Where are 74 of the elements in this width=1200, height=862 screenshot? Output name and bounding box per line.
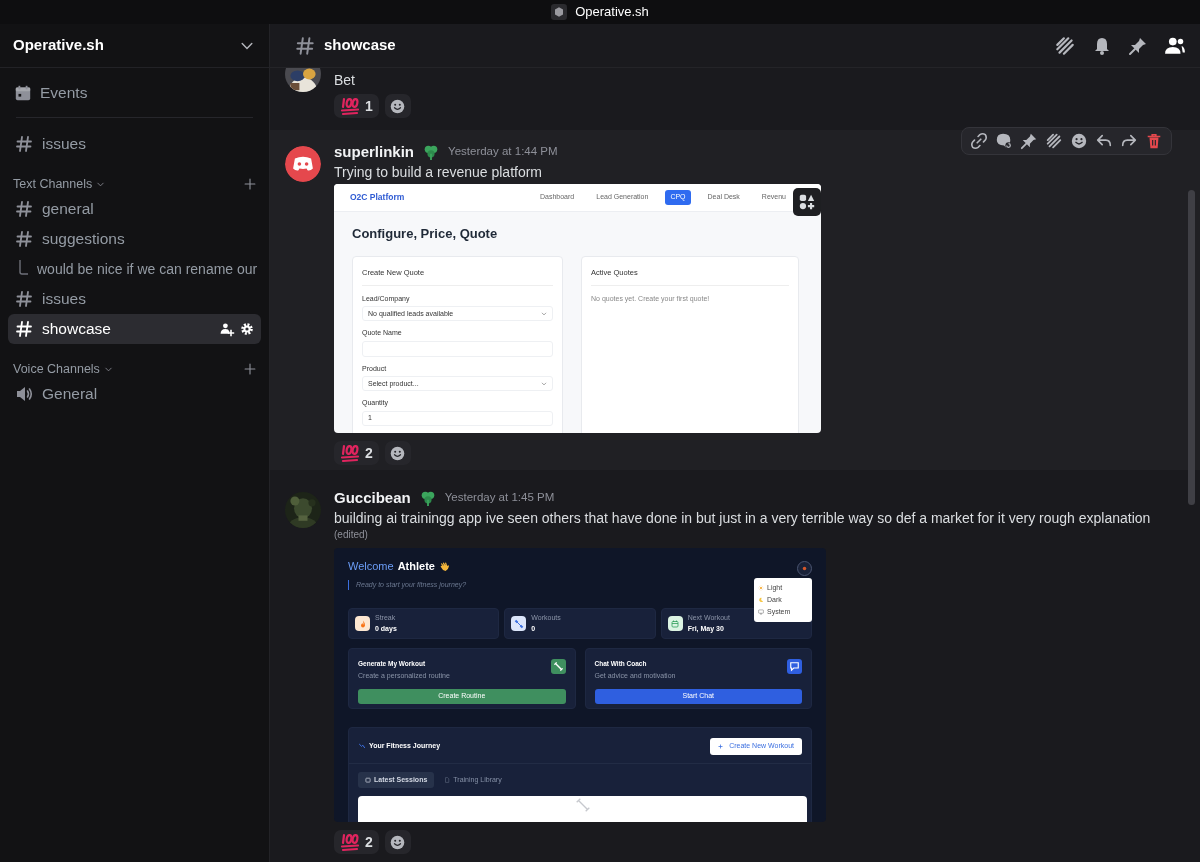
sun-icon <box>801 565 808 572</box>
reaction-button[interactable]: 1 <box>334 94 379 118</box>
copy-link-icon[interactable] <box>970 132 988 150</box>
add-channel-icon[interactable] <box>243 362 257 376</box>
document-icon <box>444 776 451 783</box>
hash-icon <box>14 319 34 339</box>
timestamp: Yesterday at 1:45 PM <box>444 490 555 506</box>
add-reaction-button[interactable] <box>384 94 411 118</box>
apps-icon[interactable] <box>798 193 816 211</box>
hundred-points-icon <box>340 832 360 852</box>
channel-item[interactable]: issues <box>8 284 261 314</box>
message-text: building ai trainingg app ive seen others that have done in but just in a very terrible way so def a market for it very rough explanation <box>334 509 1152 528</box>
sun-icon <box>758 585 764 591</box>
hash-icon <box>14 229 34 249</box>
scrollbar[interactable] <box>1188 190 1195 505</box>
author-name[interactable]: superlinkin <box>334 142 415 162</box>
channel-item[interactable]: would be nice if we can rename our <box>8 254 261 284</box>
edited-label: (edited) <box>334 528 369 542</box>
window-title: Operative.sh <box>575 3 649 22</box>
plus-icon <box>718 743 724 749</box>
channel-item[interactable]: General <box>8 379 261 409</box>
reaction-button[interactable]: 2 <box>334 830 379 854</box>
reaction-button[interactable]: 2 <box>334 441 379 465</box>
smile-icon <box>389 833 407 851</box>
pin-icon[interactable] <box>1128 35 1148 56</box>
pin-icon[interactable] <box>1020 132 1038 150</box>
smile-icon <box>389 97 407 115</box>
add-channel-icon[interactable] <box>243 177 257 191</box>
channel-item[interactable]: issues <box>8 129 261 159</box>
hash-icon <box>14 134 34 154</box>
add-reaction-icon[interactable] <box>1070 132 1088 150</box>
hash-icon <box>14 199 34 219</box>
avatar <box>285 146 321 182</box>
category-header[interactable]: Text Channels <box>13 174 106 194</box>
chevron-down-icon <box>541 310 547 317</box>
speaker-icon <box>14 384 34 404</box>
add-member-icon[interactable] <box>219 321 235 337</box>
message-text: Trying to build a revenue platform <box>334 163 544 182</box>
hundred-points-icon <box>340 96 360 116</box>
hundred-points-icon <box>340 443 360 463</box>
channel-item[interactable]: showcase <box>8 314 261 344</box>
delete-icon[interactable] <box>1145 132 1163 150</box>
chat-icon <box>787 659 802 674</box>
dumbbell-icon <box>513 618 524 629</box>
thread-icon[interactable] <box>995 132 1013 150</box>
channel-name: showcase <box>324 35 396 56</box>
smile-icon <box>389 444 407 462</box>
channel-item[interactable]: suggestions <box>8 224 261 254</box>
greeting-text: Welcome <box>348 559 394 574</box>
waving-hand-icon <box>438 560 450 572</box>
settings-icon[interactable] <box>239 321 255 337</box>
author-name[interactable]: Guccibean <box>334 488 411 508</box>
message-text: Bet <box>334 71 356 90</box>
timestamp: Yesterday at 1:44 PM <box>448 144 558 160</box>
add-reaction-button[interactable] <box>384 441 411 465</box>
channel-item[interactable]: general <box>8 194 261 224</box>
hash-icon <box>294 34 316 57</box>
app-logo-icon <box>551 4 568 20</box>
category-header[interactable]: Voice Channels <box>13 359 113 379</box>
hash-icon <box>14 289 34 309</box>
dumbbell-icon <box>550 659 566 674</box>
server-header[interactable]: Operative.sh <box>0 24 269 68</box>
threads-icon[interactable] <box>1045 132 1063 150</box>
user-name: Athlete <box>397 559 435 574</box>
page-heading: Configure, Price, Quote <box>352 225 499 243</box>
add-reaction-button[interactable] <box>384 830 411 854</box>
theme-toggle[interactable] <box>797 561 812 576</box>
events-link[interactable]: Events <box>8 78 261 108</box>
moon-icon <box>758 597 764 603</box>
monitor-icon <box>758 609 764 615</box>
chevron-down-icon <box>541 380 547 387</box>
app-brand: O2C Platform <box>350 191 405 204</box>
trend-icon <box>358 742 366 751</box>
threads-icon[interactable] <box>1054 34 1076 57</box>
